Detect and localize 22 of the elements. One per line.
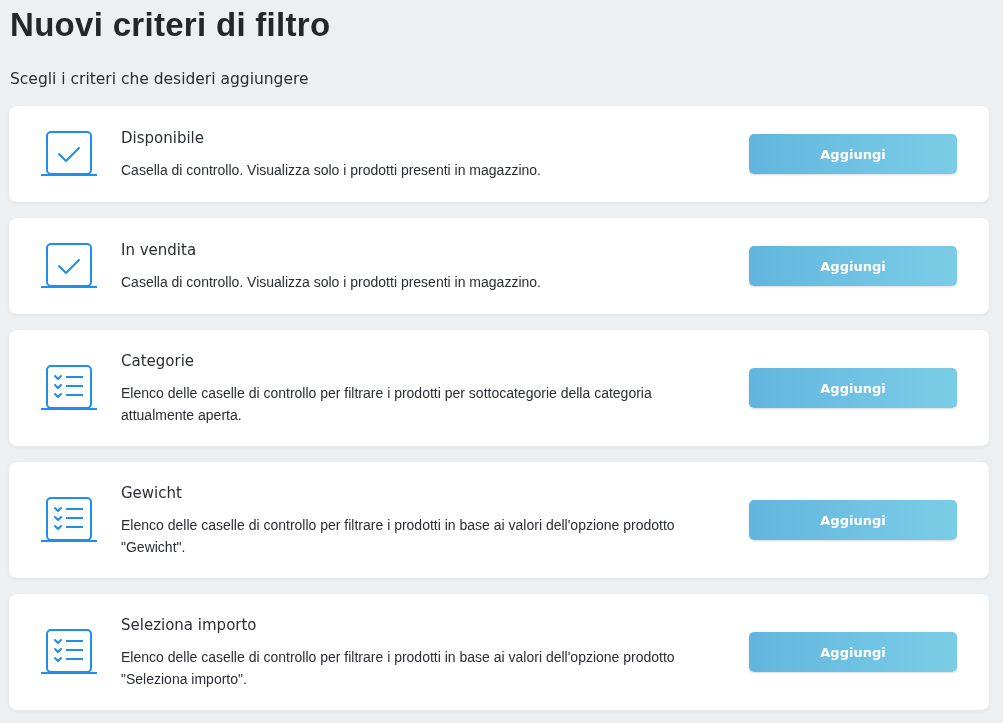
add-button[interactable]: Aggiungi	[749, 368, 957, 408]
criterion-description: Casella di controllo. Visualizza solo i prodotti presenti in magazzino.	[121, 160, 541, 180]
criterion-description: Elenco delle caselle di controllo per filtrare i prodotti in base ai valori dell'opzione prodotto "Seleziona importo".	[121, 647, 676, 689]
add-button[interactable]: Aggiungi	[749, 246, 957, 286]
criterion-name: Seleziona importo	[121, 614, 257, 635]
criterion-name: Gewicht	[121, 482, 182, 503]
criterion-name: In vendita	[121, 239, 197, 260]
page-subtitle: Scegli i criteri che desideri aggiungere	[10, 69, 309, 90]
checklist-icon	[41, 629, 97, 675]
criterion-description: Elenco delle caselle di controllo per filtrare i prodotti per sottocategorie della categoria attualmente aperta.	[121, 383, 653, 425]
criterion-description: Elenco delle caselle di controllo per filtrare i prodotti in base ai valori dell'opzione prodotto "Gewicht".	[121, 515, 676, 557]
criterion-description: Casella di controllo. Visualizza solo i prodotti presenti in magazzino.	[121, 272, 541, 292]
checkbox-icon	[41, 131, 97, 177]
add-button[interactable]: Aggiungi	[749, 134, 957, 174]
checklist-icon	[41, 497, 97, 543]
checklist-icon	[41, 365, 97, 411]
page-title: Nuovi criteri di filtro	[10, 5, 331, 45]
checkbox-icon	[41, 243, 97, 289]
criterion-name: Disponibile	[121, 127, 204, 148]
criterion-name: Categorie	[121, 350, 195, 371]
add-button[interactable]: Aggiungi	[749, 500, 957, 540]
add-button[interactable]: Aggiungi	[749, 632, 957, 672]
